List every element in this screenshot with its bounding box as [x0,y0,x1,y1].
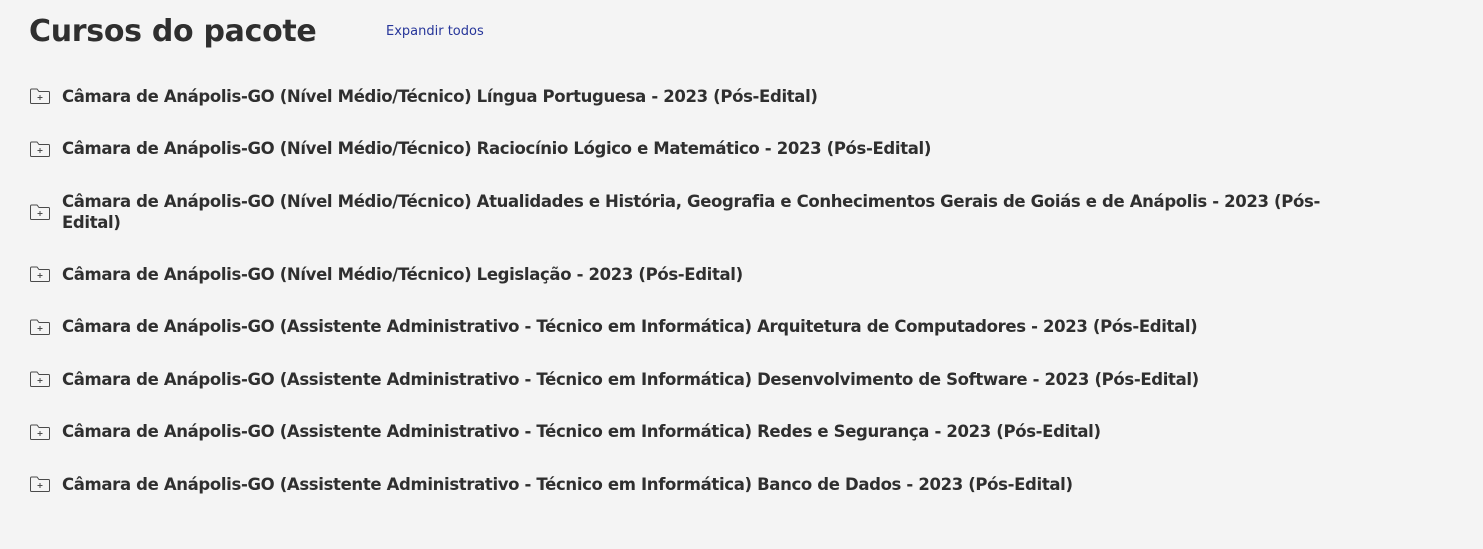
folder-plus-icon[interactable] [29,203,51,221]
course-title: Câmara de Anápolis-GO (Assistente Admini… [62,422,1101,442]
course-item[interactable]: Câmara de Anápolis-GO (Assistente Admini… [29,474,1073,495]
course-title: Câmara de Anápolis-GO (Nível Médio/Técni… [62,191,1320,232]
course-title: Câmara de Anápolis-GO (Nível Médio/Técni… [62,264,743,284]
package-header: Cursos do pacote [29,12,317,52]
page-title: Cursos do pacote [29,14,317,49]
folder-plus-icon[interactable] [29,370,51,388]
folder-plus-icon[interactable] [29,140,51,158]
list-item: Câmara de Anápolis-GO (Nível Médio/Técni… [29,123,1359,176]
list-item: Câmara de Anápolis-GO (Assistente Admini… [29,301,1359,354]
course-item[interactable]: Câmara de Anápolis-GO (Nível Médio/Técni… [29,86,818,107]
list-item: Câmara de Anápolis-GO (Assistente Admini… [29,406,1359,459]
folder-plus-icon[interactable] [29,318,51,336]
folder-plus-icon[interactable] [29,265,51,283]
list-item: Câmara de Anápolis-GO (Assistente Admini… [29,353,1359,406]
course-title: Câmara de Anápolis-GO (Nível Médio/Técni… [62,86,818,106]
list-item: Câmara de Anápolis-GO (Nível Médio/Técni… [29,70,1359,123]
list-item: Câmara de Anápolis-GO (Assistente Admini… [29,458,1359,511]
folder-plus-icon[interactable] [29,87,51,105]
list-item: Câmara de Anápolis-GO (Nível Médio/Técni… [29,248,1359,301]
course-list: Câmara de Anápolis-GO (Nível Médio/Técni… [29,70,1359,511]
course-item[interactable]: Câmara de Anápolis-GO (Assistente Admini… [29,421,1101,442]
course-item[interactable]: Câmara de Anápolis-GO (Assistente Admini… [29,369,1199,390]
expand-all-link[interactable]: Expandir todos [386,24,484,39]
folder-plus-icon[interactable] [29,475,51,493]
list-item: Câmara de Anápolis-GO (Nível Médio/Técni… [29,175,1359,248]
course-item[interactable]: Câmara de Anápolis-GO (Nível Médio/Técni… [29,264,743,285]
course-title: Câmara de Anápolis-GO (Assistente Admini… [62,474,1073,494]
folder-plus-icon[interactable] [29,423,51,441]
course-item[interactable]: Câmara de Anápolis-GO (Nível Médio/Técni… [29,138,931,159]
course-item[interactable]: Câmara de Anápolis-GO (Assistente Admini… [29,316,1198,337]
course-title: Câmara de Anápolis-GO (Assistente Admini… [62,369,1199,389]
course-item[interactable]: Câmara de Anápolis-GO (Nível Médio/Técni… [29,191,1359,233]
course-title: Câmara de Anápolis-GO (Assistente Admini… [62,317,1198,337]
course-title: Câmara de Anápolis-GO (Nível Médio/Técni… [62,139,932,159]
